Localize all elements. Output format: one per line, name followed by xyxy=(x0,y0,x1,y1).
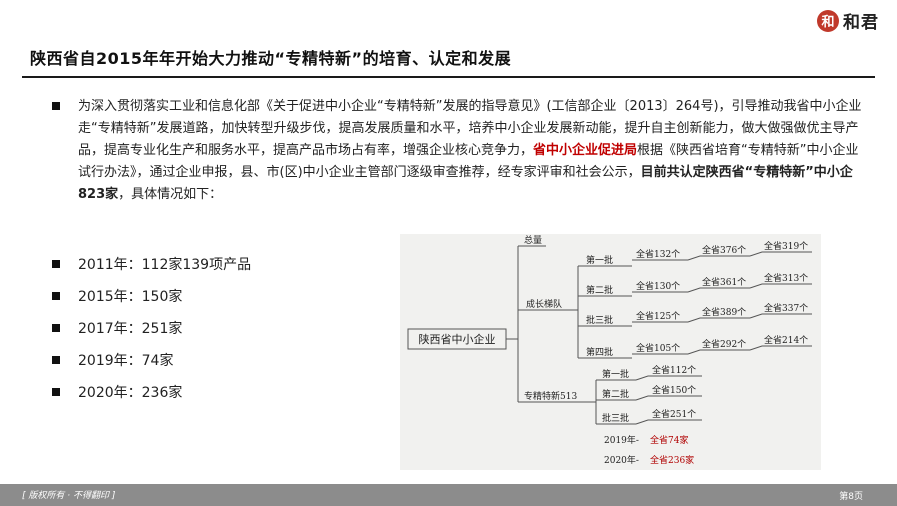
mindmap-diagram: 陕西省中小企业 总量 成长梯队 专精特新513 第一批 全省132个 全省376… xyxy=(400,234,821,470)
paragraph-text-3: ，具体情况如下： xyxy=(118,187,223,202)
growth-batch-value-a: 全省125个 xyxy=(636,310,680,322)
list-item: 2017年：251家 xyxy=(52,312,251,344)
list-item: 2011年：112家139项产品 xyxy=(52,248,251,280)
growth-batch-value-c: 全省313个 xyxy=(764,272,808,284)
list-bullet xyxy=(52,356,60,364)
growth-batch-value-c: 全省319个 xyxy=(764,240,808,252)
year-list: 2011年：112家139项产品 2015年：150家 2017年：251家 2… xyxy=(52,248,251,408)
growth-batch-value-a: 全省132个 xyxy=(636,248,680,260)
growth-batch-value-b: 全省292个 xyxy=(702,338,746,350)
growth-batch-value-a: 全省130个 xyxy=(636,280,680,292)
growth-batch-value-c: 全省337个 xyxy=(764,302,808,314)
special-batch-value: 全省251个 xyxy=(652,408,696,420)
special-trunk xyxy=(584,380,597,424)
growth-trunk xyxy=(572,266,579,358)
year-2020-label: 2020年- xyxy=(604,454,639,466)
list-bullet xyxy=(52,388,60,396)
year-label: 2011年：112家139项产品 xyxy=(78,257,252,273)
special-batch-value: 全省150个 xyxy=(652,384,696,396)
page-number: 第8页 xyxy=(839,492,863,502)
special-batch-value: 全省112个 xyxy=(652,364,696,376)
title-divider xyxy=(22,76,875,78)
growth-batch-value-b: 全省361个 xyxy=(702,276,746,288)
intro-paragraph: 为深入贯彻落实工业和信息化部《关于促进中小企业“专精特新”发展的指导意见》(工信… xyxy=(78,96,868,206)
year-label: 2020年：236家 xyxy=(78,385,183,401)
total-label: 总量 xyxy=(524,234,542,246)
growth-batch-value-c: 全省214个 xyxy=(764,334,808,346)
year-label: 2015年：150家 xyxy=(78,289,183,305)
special-batch-name: 批三批 xyxy=(602,412,629,424)
logo-text: 和君 xyxy=(843,13,879,33)
paragraph-highlight-agency: 省中小企业促进局 xyxy=(533,143,638,158)
growth-batch-value-b: 全省389个 xyxy=(702,306,746,318)
list-bullet xyxy=(52,292,60,300)
growth-batch-name: 批三批 xyxy=(586,314,613,326)
special-batch-name: 第一批 xyxy=(602,368,629,380)
special-batch-name: 第二批 xyxy=(602,388,629,400)
growth-batch-value-b: 全省376个 xyxy=(702,244,746,256)
paragraph-bullet xyxy=(52,102,60,110)
list-bullet xyxy=(52,324,60,332)
mindmap-svg: 陕西省中小企业 总量 成长梯队 专精特新513 第一批 全省132个 全省376… xyxy=(407,234,812,466)
root-node-label: 陕西省中小企业 xyxy=(419,332,496,346)
growth-batch-value-a: 全省105个 xyxy=(636,342,680,354)
list-item: 2020年：236家 xyxy=(52,376,251,408)
growth-label: 成长梯队 xyxy=(526,298,562,310)
year-2020-value: 全省236家 xyxy=(650,454,694,466)
year-2019-value: 全省74家 xyxy=(650,434,688,446)
list-item: 2019年：74家 xyxy=(52,344,251,376)
growth-batch-name: 第二批 xyxy=(586,284,613,296)
list-bullet xyxy=(52,260,60,268)
logo-mark: 和 xyxy=(817,9,839,32)
special-label: 专精特新513 xyxy=(524,390,577,402)
year-2019-label: 2019年- xyxy=(604,434,639,446)
company-logo: 和 和君 xyxy=(817,8,879,33)
growth-batch-name: 第一批 xyxy=(586,254,613,266)
year-label: 2019年：74家 xyxy=(78,353,174,369)
copyright-text: [ 版权所有 · 不得翻印 ] xyxy=(22,491,116,501)
footer-bar: [ 版权所有 · 不得翻印 ] 第8页 xyxy=(0,484,897,506)
year-label: 2017年：251家 xyxy=(78,321,183,337)
growth-batch-lines xyxy=(578,265,618,359)
growth-batch-name: 第四批 xyxy=(586,346,613,358)
slide-title: 陕西省自2015年年开始大力推动“专精特新”的培育、认定和发展 xyxy=(30,49,512,68)
list-item: 2015年：150家 xyxy=(52,280,251,312)
